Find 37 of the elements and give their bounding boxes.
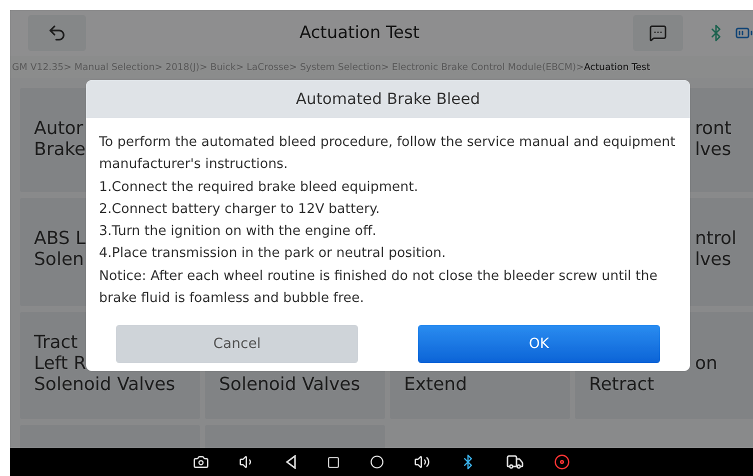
tile-label: ABS L [34,228,86,249]
screen-title: Actuation Test [298,23,420,43]
back-button[interactable] [28,15,86,51]
dialog-title: Automated Brake Bleed [86,80,690,118]
dialog-text: 1.Connect the required brake bleed equipment. [99,178,420,197]
tile-label: Autor [34,118,84,139]
tile-label: Tract [34,332,78,353]
tile-label: Solenoid Valves [34,374,176,395]
home-icon[interactable] [370,455,384,469]
tile-label: Solenoid Valves [219,374,360,395]
record-icon[interactable] [554,454,570,470]
tile-label: Brake [34,139,86,160]
cancel-button[interactable]: Cancel [116,325,358,364]
tile-label: Retract [589,374,654,395]
back-icon[interactable] [285,455,297,469]
volume-up-icon[interactable] [414,454,430,470]
truck-icon[interactable] [506,453,524,471]
tile-label: lves [695,249,732,270]
tile-label: on [695,353,718,374]
dialog-text: 4.Place transmission in the park or neutral position. [99,245,447,264]
recent-apps-icon[interactable] [327,456,340,468]
tile-label: ront [695,118,732,139]
back-arrow-icon [47,23,67,43]
camera-icon[interactable] [193,454,209,470]
tile-label: Solen [34,249,84,270]
dialog-text: Notice: After each wheel routine is finished do not close the bleeder screw until the brake fluid is foamless and bubble free. [99,268,659,308]
tile-label: Extend [404,374,467,395]
tile-label: Left R [34,353,86,374]
tile-label: ntrol [695,228,736,249]
message-icon [649,24,667,42]
tile-label: lves [695,139,732,160]
dialog-text: 2.Connect battery charger to 12V battery. [99,200,381,219]
dialog-text: To perform the automated bleed procedure, follow the service manual and equipment manufacturer's instructions. [99,134,676,174]
breadcrumb-current: Actuation Test [584,62,650,72]
dialog-text: 3.Turn the ignition on with the engine off. [99,223,378,242]
message-button[interactable] [633,15,683,51]
ok-button[interactable]: OK [418,325,660,364]
